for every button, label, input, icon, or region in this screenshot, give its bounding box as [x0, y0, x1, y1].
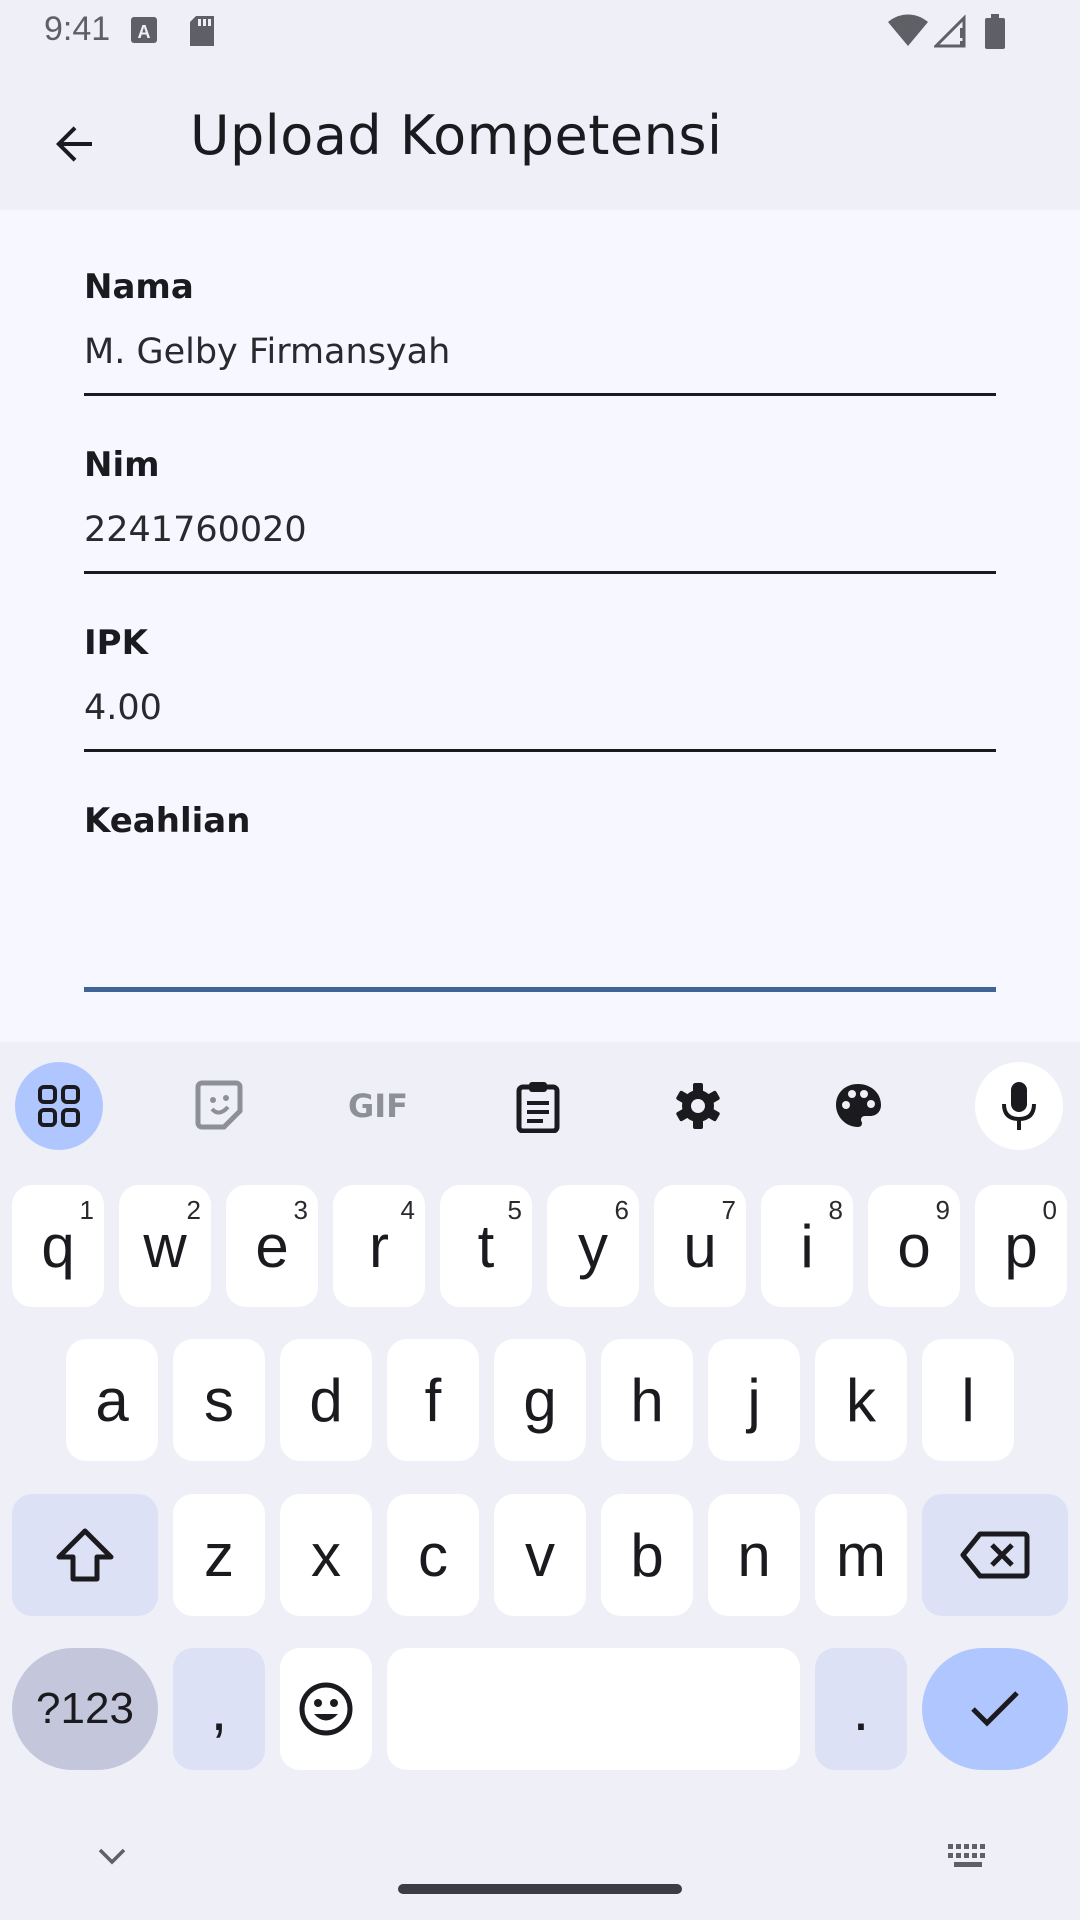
sticker-button[interactable] [175, 1062, 263, 1150]
mic-icon [1002, 1082, 1036, 1130]
palette-icon [836, 1084, 881, 1127]
soft-keyboard: GIF q1 w2 e3 r4 t5 y6 u7 i8 o9 p0 a s d … [0, 1042, 1080, 1920]
app-bar: Upload Kompetensi [0, 64, 1080, 210]
ipk-underline [84, 749, 996, 752]
ipk-input[interactable]: 4.00 [84, 678, 996, 738]
nama-input[interactable]: M. Gelby Firmansyah [84, 322, 996, 382]
voice-input-button[interactable] [975, 1062, 1063, 1150]
symbols-key[interactable]: ?123 [12, 1648, 158, 1770]
status-time: 9:41 [44, 10, 111, 48]
sticker-icon [195, 1080, 243, 1130]
battery-icon [984, 14, 1006, 54]
check-icon [971, 1691, 1019, 1727]
settings-icon [676, 1083, 720, 1129]
keahlian-field[interactable]: Keahlian [84, 798, 996, 992]
key-f[interactable]: f [387, 1339, 479, 1461]
nim-field[interactable]: Nim 2241760020 [84, 442, 996, 574]
key-c[interactable]: c [387, 1494, 479, 1616]
keyboard-icon [948, 1844, 985, 1867]
keahlian-underline [84, 987, 996, 992]
ipk-label: IPK [84, 623, 148, 663]
key-v[interactable]: v [494, 1494, 586, 1616]
keahlian-input[interactable] [84, 856, 996, 976]
sd-card-icon [188, 14, 216, 52]
gesture-nav-handle[interactable] [398, 1884, 682, 1894]
key-z[interactable]: z [173, 1494, 265, 1616]
shift-icon [56, 1528, 114, 1582]
nim-underline [84, 571, 996, 574]
key-j[interactable]: j [708, 1339, 800, 1461]
arrow-back-icon [56, 126, 92, 162]
settings-button[interactable] [654, 1062, 742, 1150]
status-bar: 9:41 A [0, 0, 1080, 64]
wifi-icon [888, 14, 928, 52]
key-b[interactable]: b [601, 1494, 693, 1616]
chevron-down-icon [98, 1848, 126, 1865]
space-key[interactable] [387, 1648, 800, 1770]
key-x[interactable]: x [280, 1494, 372, 1616]
clipboard-icon [516, 1082, 560, 1133]
key-u[interactable]: u7 [654, 1185, 746, 1307]
period-key[interactable]: . [815, 1648, 907, 1770]
back-button[interactable] [30, 100, 118, 188]
key-r[interactable]: r4 [333, 1185, 425, 1307]
switch-keyboard-button[interactable] [944, 1838, 992, 1874]
page-title: Upload Kompetensi [190, 104, 723, 167]
key-s[interactable]: s [173, 1339, 265, 1461]
key-q[interactable]: q1 [12, 1185, 104, 1307]
key-p[interactable]: p0 [975, 1185, 1067, 1307]
hide-keyboard-button[interactable] [90, 1838, 134, 1874]
emoji-key[interactable] [280, 1648, 372, 1770]
key-m[interactable]: m [815, 1494, 907, 1616]
keyboard-notification-icon: A [130, 14, 158, 50]
nim-input[interactable]: 2241760020 [84, 500, 996, 560]
shift-key[interactable] [12, 1494, 158, 1616]
key-o[interactable]: o9 [868, 1185, 960, 1307]
key-l[interactable]: l [922, 1339, 1014, 1461]
keahlian-label: Keahlian [84, 801, 251, 841]
key-e[interactable]: e3 [226, 1185, 318, 1307]
theme-button[interactable] [814, 1062, 902, 1150]
gif-icon: GIF [347, 1087, 409, 1125]
nama-field[interactable]: Nama M. Gelby Firmansyah [84, 264, 996, 396]
key-a[interactable]: a [66, 1339, 158, 1461]
key-i[interactable]: i8 [761, 1185, 853, 1307]
apps-button[interactable] [15, 1062, 103, 1150]
backspace-icon [960, 1531, 1030, 1579]
backspace-key[interactable] [922, 1494, 1068, 1616]
comma-key[interactable]: , [173, 1648, 265, 1770]
key-y[interactable]: y6 [547, 1185, 639, 1307]
key-d[interactable]: d [280, 1339, 372, 1461]
emoji-icon [299, 1682, 353, 1736]
signal-icon [932, 14, 968, 52]
nama-underline [84, 393, 996, 396]
nim-label: Nim [84, 445, 160, 485]
ipk-field[interactable]: IPK 4.00 [84, 620, 996, 752]
key-w[interactable]: w2 [119, 1185, 211, 1307]
apps-icon [38, 1085, 80, 1127]
key-t[interactable]: t5 [440, 1185, 532, 1307]
nama-label: Nama [84, 267, 194, 307]
key-g[interactable]: g [494, 1339, 586, 1461]
svg-text:A: A [138, 22, 151, 42]
gif-button[interactable]: GIF [334, 1062, 422, 1150]
key-k[interactable]: k [815, 1339, 907, 1461]
clipboard-button[interactable] [494, 1062, 582, 1150]
enter-key[interactable] [922, 1648, 1068, 1770]
key-h[interactable]: h [601, 1339, 693, 1461]
key-n[interactable]: n [708, 1494, 800, 1616]
